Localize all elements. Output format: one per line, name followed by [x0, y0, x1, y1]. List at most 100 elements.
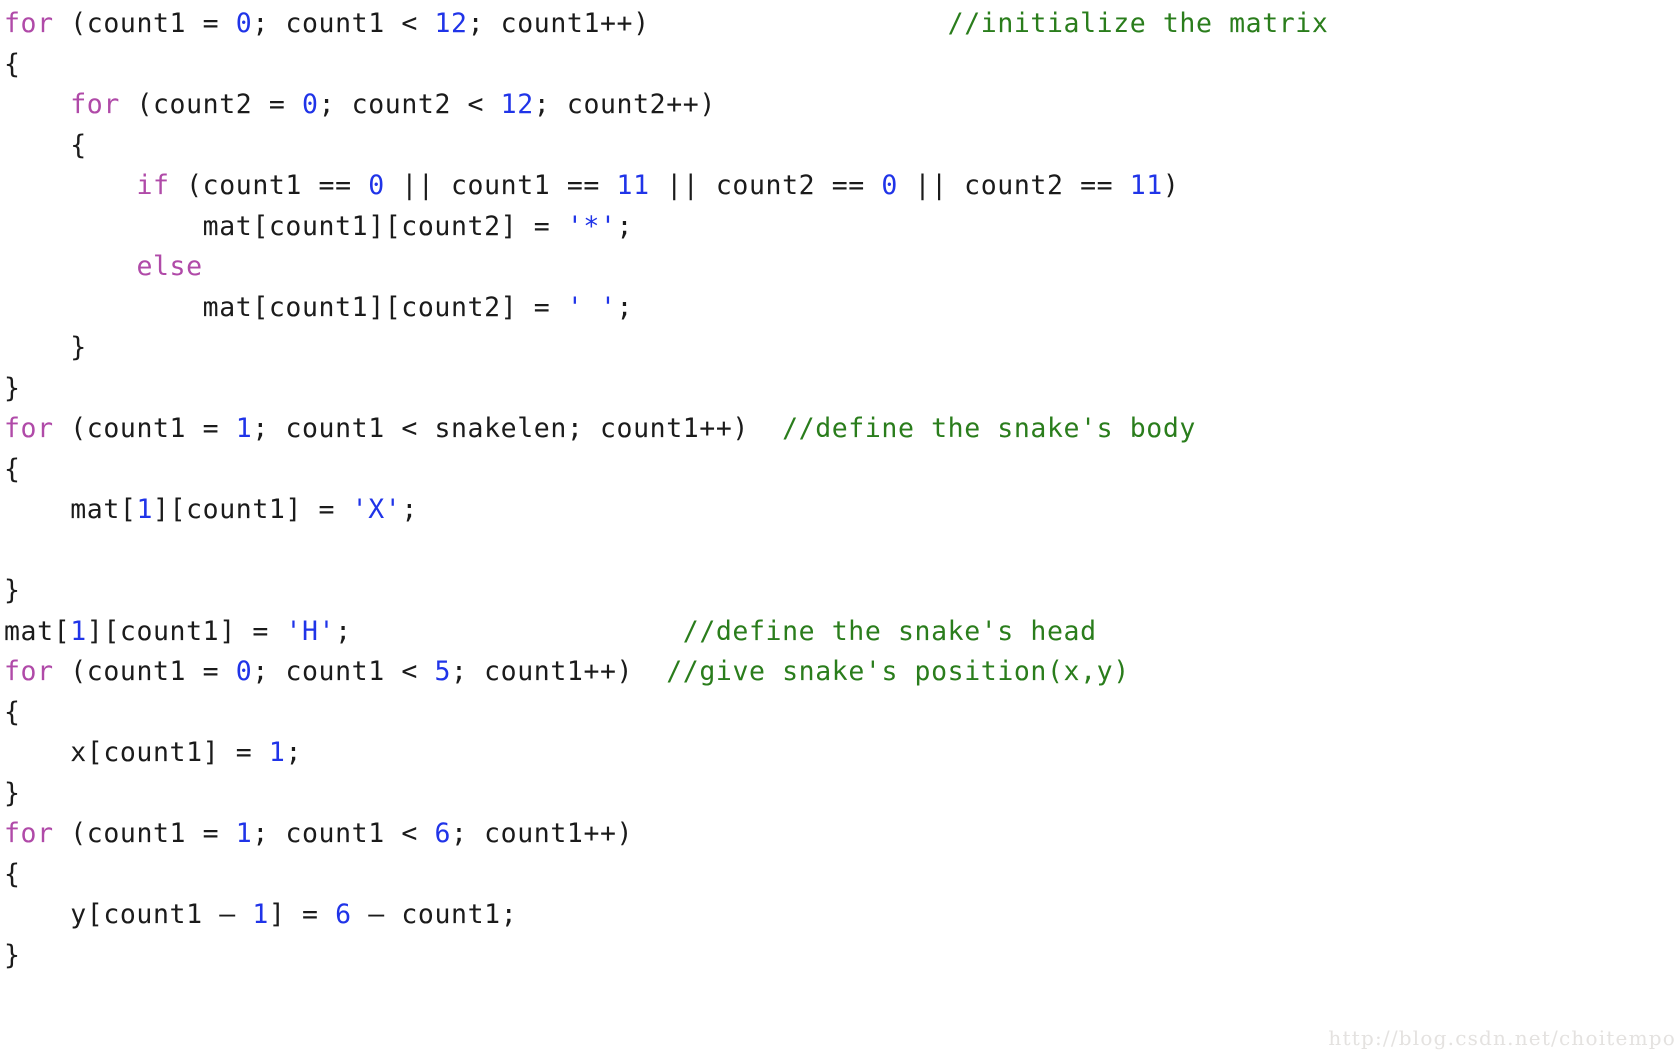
code-token-plain: count1; [384, 899, 518, 930]
code-token-plain: } [4, 332, 87, 363]
code-token-num: 0 [881, 170, 898, 201]
code-token-kw: for [4, 656, 54, 687]
code-line: mat[1][count1] = 'X'; [4, 490, 1678, 531]
code-token-kw: if [136, 170, 170, 201]
code-token-num: 0 [235, 656, 253, 687]
code-token-kw: for [4, 413, 54, 444]
code-token-plain: ; count1 < [252, 818, 435, 849]
code-token-plain: (count2 = [119, 89, 302, 120]
code-line: } [4, 369, 1678, 410]
code-line: { [4, 693, 1678, 734]
code-line: for (count1 = 1; count1 < 6; count1++) [4, 814, 1678, 855]
code-token-plain: (count1 = [53, 818, 236, 849]
code-token-plain: mat[ [4, 615, 71, 647]
code-line: { [4, 45, 1678, 86]
code-token-plain: ; count1 < snakelen; count1++) [252, 413, 749, 444]
code-line: for (count2 = 0; count2 < 12; count2++) [4, 85, 1678, 126]
code-token-plain: ; count1 < [252, 8, 435, 39]
code-token-str: 'X' [351, 494, 402, 525]
code-token-kw: for [4, 818, 54, 849]
code-token-num: 6 [434, 818, 452, 849]
code-token-num: 1 [235, 413, 253, 444]
code-token-kw: else [136, 251, 203, 282]
code-token-plain: ; count1 < [252, 656, 435, 687]
code-token-plain: } [4, 575, 21, 606]
code-token-num: 12 [500, 89, 534, 120]
code-token-kw: for [4, 8, 54, 39]
code-line: { [4, 450, 1678, 491]
code-token-num: 0 [302, 89, 319, 120]
code-token-plain: ; count1++) [467, 8, 650, 39]
code-token-plain: (count1 = [53, 656, 236, 687]
code-token-num: 12 [434, 8, 468, 39]
code-line: mat[count1][count2] = '*'; [4, 207, 1678, 248]
code-token-plain: ; count1++) [451, 656, 634, 687]
code-line: for (count1 = 0; count1 < 12; count1++) … [4, 4, 1678, 45]
code-line: y[count1 – 1] = 6 – count1; [4, 895, 1678, 936]
code-token-plain: { [4, 696, 21, 728]
code-token-plain: ; [616, 291, 634, 323]
code-token-plain: } [4, 939, 21, 971]
code-token-plain: ) [1162, 170, 1180, 201]
code-token-plain: (count1 == [169, 170, 369, 201]
code-token-plain: || count1 == [384, 170, 617, 201]
code-token-num: 1 [268, 737, 286, 768]
code-token-plain: ][count1] = [153, 494, 352, 525]
code-token-kw: for [70, 89, 120, 120]
code-token-num: 6 [335, 899, 352, 930]
code-token-plain: (count1 = [53, 8, 236, 39]
code-block: for (count1 = 0; count1 < 12; count1++) … [4, 4, 1678, 976]
code-line: { [4, 855, 1678, 896]
code-token-num: 1 [235, 818, 253, 849]
code-line: x[count1] = 1; [4, 733, 1678, 774]
code-token-plain: mat[count1][count2] = [4, 210, 567, 242]
code-token-num: 1 [252, 899, 269, 930]
code-screenshot-surface: for (count1 = 0; count1 < 12; count1++) … [0, 0, 1678, 1056]
code-token-plain: ; [285, 737, 302, 768]
watermark-url: http://blog.csdn.net/choitempo [1328, 1026, 1676, 1050]
code-token-plain: ; count1++) [451, 818, 634, 849]
code-line: mat[count1][count2] = ' '; [4, 288, 1678, 329]
code-token-plain: ; [616, 210, 634, 242]
code-token-plain: || count2 == [897, 170, 1130, 201]
code-token-comment: //define the snake's head [682, 615, 1097, 647]
code-token-plain: – [368, 899, 385, 930]
code-token-comment: //define the snake's body [782, 413, 1196, 444]
code-token-num: 5 [434, 656, 452, 687]
code-line: for (count1 = 0; count1 < 5; count1++) /… [4, 652, 1678, 693]
code-token-num: 0 [368, 170, 385, 201]
code-line: else [4, 247, 1678, 288]
code-line: } [4, 774, 1678, 815]
code-token-plain: || count2 == [649, 170, 882, 201]
code-token-num: 11 [1129, 170, 1163, 201]
code-token-num: 11 [616, 170, 650, 201]
code-token-plain: ; count2 < [318, 89, 501, 120]
code-line: } [4, 571, 1678, 612]
code-token-str: ' ' [566, 291, 617, 323]
code-token-str: 'H' [285, 615, 336, 647]
code-line: } [4, 328, 1678, 369]
code-token-plain: ][count1] = [86, 615, 286, 647]
code-line: mat[1][count1] = 'H'; //define the snake… [4, 612, 1678, 653]
code-token-num: 1 [136, 494, 153, 525]
code-token-str: '*' [566, 210, 617, 242]
code-token-plain: mat[ [4, 494, 137, 525]
code-line: } [4, 936, 1678, 977]
code-line: for (count1 = 1; count1 < snakelen; coun… [4, 409, 1678, 450]
code-token-plain: } [4, 372, 21, 404]
code-token-plain: ; count2++) [533, 89, 716, 120]
code-token-plain: (count1 = [53, 413, 236, 444]
code-token-plain: ; [401, 494, 418, 525]
code-token-plain: mat[count1][count2] = [4, 291, 567, 323]
code-token-plain: { [4, 48, 21, 80]
code-line: { [4, 126, 1678, 167]
